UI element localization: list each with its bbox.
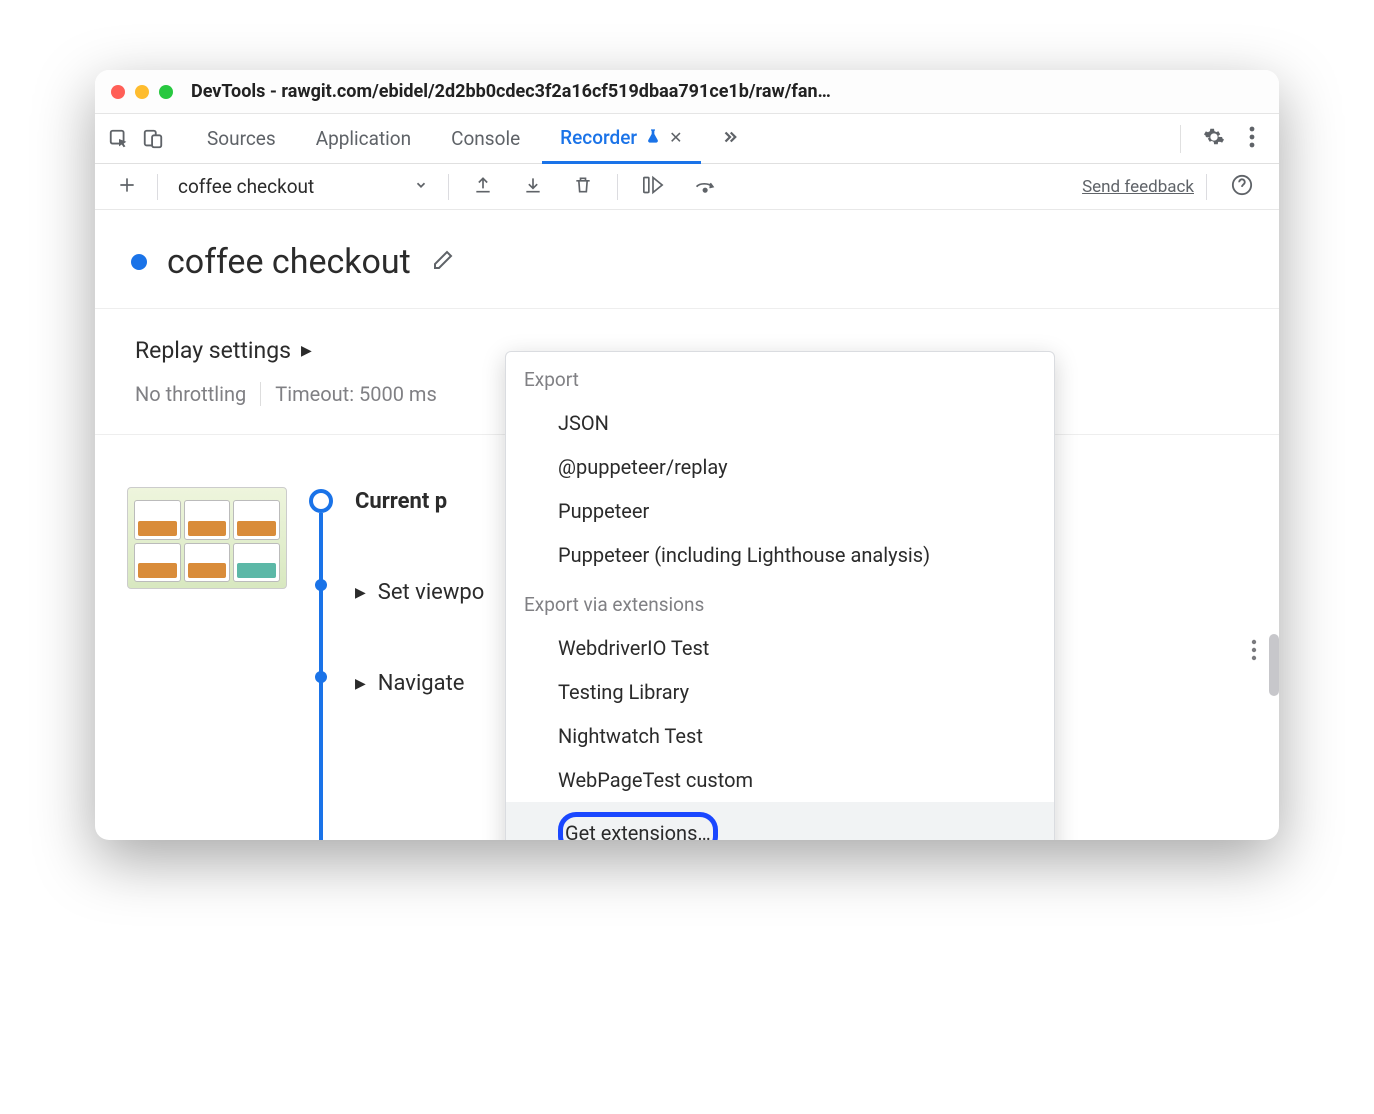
close-window-button[interactable] [111,85,125,99]
tab-sources[interactable]: Sources [189,114,294,164]
send-feedback-link[interactable]: Send feedback [1082,177,1194,197]
get-extensions-item[interactable]: Get extensions… [506,802,1054,840]
status-dot [131,254,147,270]
step-over-icon[interactable] [682,176,730,198]
timeline-step-dot [315,579,327,591]
more-options-icon[interactable] [1237,126,1267,152]
tab-console[interactable]: Console [433,114,538,164]
traffic-lights [111,85,173,99]
flask-icon [645,126,661,149]
help-icon[interactable] [1219,174,1265,200]
export-webdriverio-item[interactable]: WebdriverIO Test [506,626,1054,670]
triangle-right-icon: ▶ [355,676,366,692]
export-puppeteer-replay-item[interactable]: @puppeteer/replay [506,445,1054,489]
export-icon[interactable] [461,175,505,199]
export-puppeteer-lighthouse-item[interactable]: Puppeteer (including Lighthouse analysis… [506,533,1054,577]
chevron-down-icon [414,178,428,196]
export-json-item[interactable]: JSON [506,401,1054,445]
triangle-right-icon: ▶ [355,585,366,601]
window-titlebar: DevTools - rawgit.com/ebidel/2d2bb0cdec3… [95,70,1279,114]
divider [1180,125,1181,153]
divider [617,174,618,200]
tab-label: Application [316,127,411,150]
settings-label: Replay settings [135,337,291,364]
recorder-toolbar: coffee checkout Send feedback [95,164,1279,210]
tab-application[interactable]: Application [298,114,429,164]
devtools-tabbar: Sources Application Console Recorder ✕ [95,114,1279,164]
inspect-element-icon[interactable] [107,127,131,151]
recording-title: coffee checkout [167,242,411,282]
tab-label: Sources [207,127,276,150]
triangle-right-icon: ▶ [301,343,312,359]
divider [448,174,449,200]
content-area: coffee checkout Replay settings ▶ No thr… [95,210,1279,840]
import-icon[interactable] [511,175,555,199]
page-thumbnail [127,487,287,589]
recording-selector[interactable]: coffee checkout [170,175,436,198]
minimize-window-button[interactable] [135,85,149,99]
tab-recorder[interactable]: Recorder ✕ [542,114,700,164]
export-testing-library-item[interactable]: Testing Library [506,670,1054,714]
maximize-window-button[interactable] [159,85,173,99]
window-title: DevTools - rawgit.com/ebidel/2d2bb0cdec3… [191,81,1263,102]
tab-label: Console [451,127,520,150]
export-puppeteer-item[interactable]: Puppeteer [506,489,1054,533]
throttling-value: No throttling [135,382,261,406]
tab-label: Recorder [560,126,637,149]
delete-icon[interactable] [561,175,605,199]
export-extensions-section-label: Export via extensions [506,577,1054,626]
devtools-window: DevTools - rawgit.com/ebidel/2d2bb0cdec3… [95,70,1279,840]
edit-title-icon[interactable] [431,248,455,276]
export-menu: Export JSON @puppeteer/replay Puppeteer … [505,351,1055,840]
new-recording-icon[interactable] [109,175,145,199]
replay-icon[interactable] [630,175,676,199]
recording-heading: coffee checkout [95,210,1279,309]
divider [1206,174,1207,200]
close-tab-icon[interactable]: ✕ [669,128,682,147]
timeline-start-node [309,489,333,513]
recording-name: coffee checkout [178,175,314,198]
export-nightwatch-item[interactable]: Nightwatch Test [506,714,1054,758]
device-toggle-icon[interactable] [141,127,165,151]
highlight-ring: Get extensions… [558,812,718,840]
timeout-value: Timeout: 5000 ms [261,382,437,406]
divider [157,174,158,200]
export-section-label: Export [506,352,1054,401]
step-more-icon[interactable] [1251,639,1257,667]
export-webpagetest-item[interactable]: WebPageTest custom [506,758,1054,802]
timeline [307,487,335,696]
settings-gear-icon[interactable] [1195,126,1233,152]
tabs-overflow-icon[interactable] [705,128,755,150]
get-extensions-label: Get extensions… [565,821,711,840]
timeline-step-dot [315,671,327,683]
